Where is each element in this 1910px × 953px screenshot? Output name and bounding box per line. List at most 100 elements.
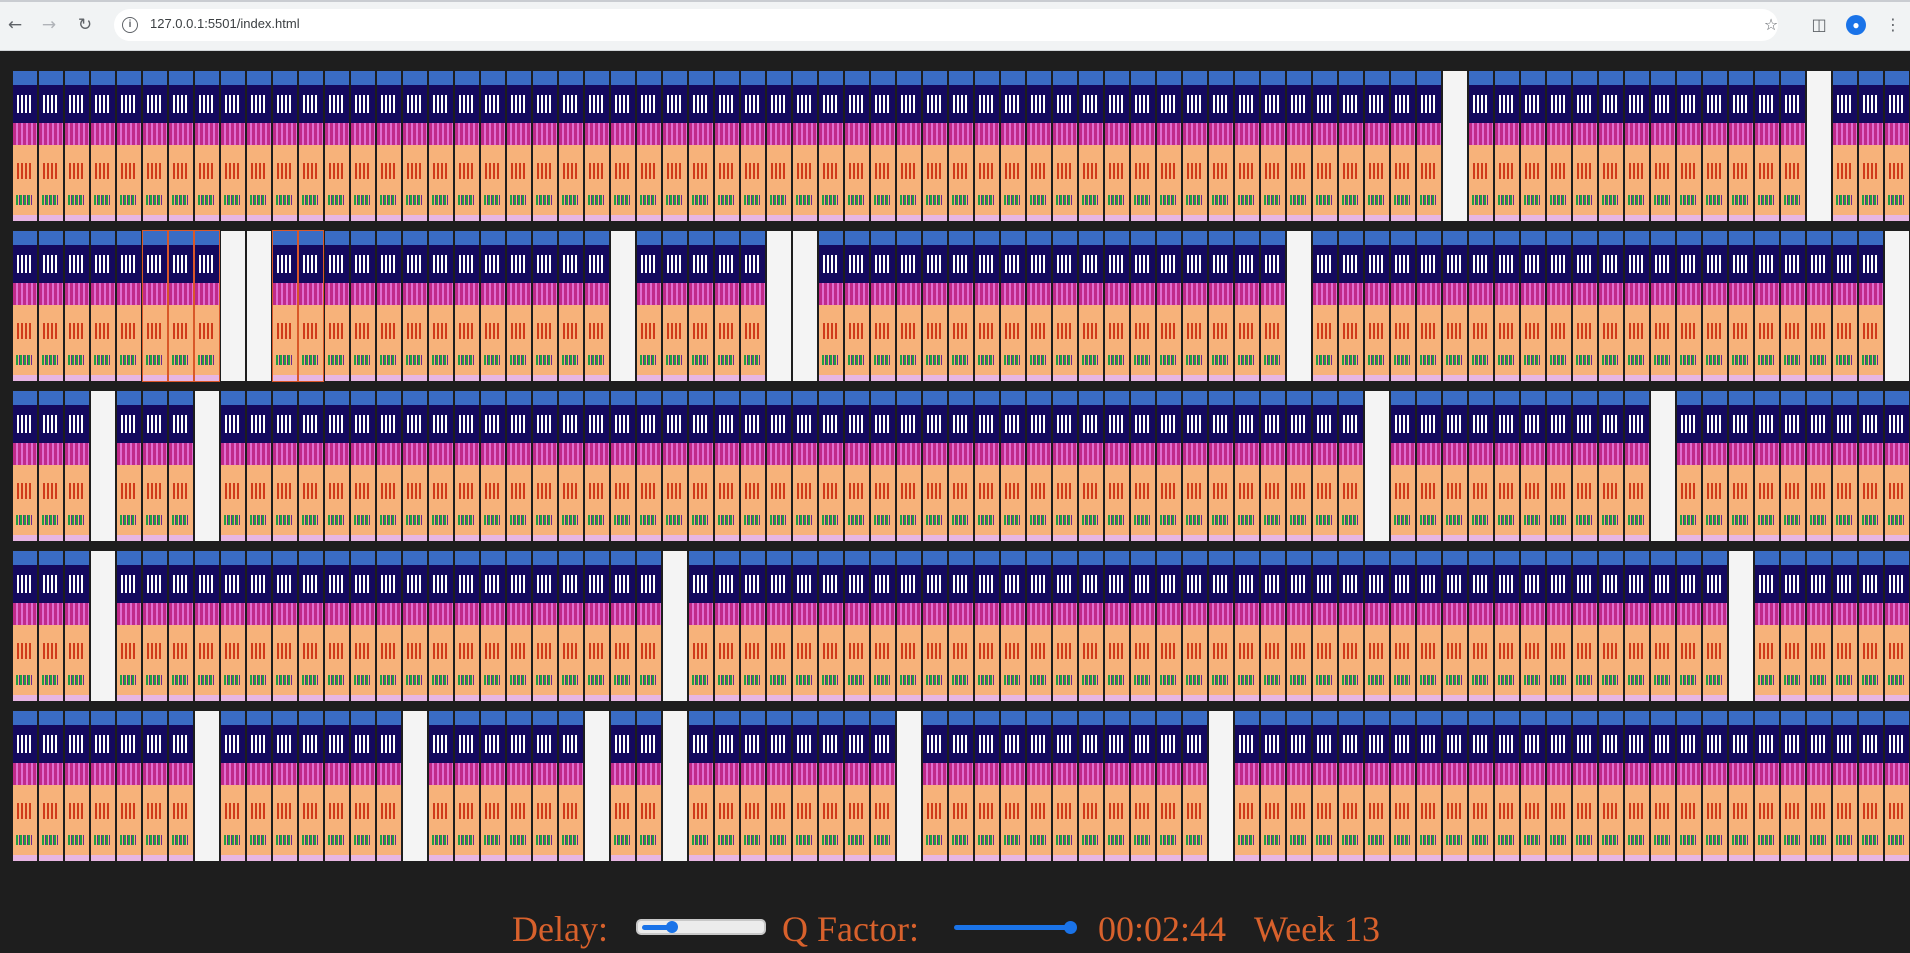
schedule-cell[interactable] (871, 711, 895, 861)
schedule-cell[interactable] (1079, 711, 1103, 861)
schedule-cell[interactable] (1209, 551, 1233, 701)
schedule-cell[interactable] (1365, 551, 1389, 701)
schedule-cell[interactable] (845, 71, 869, 221)
schedule-cell[interactable] (1339, 71, 1363, 221)
schedule-cell[interactable] (1339, 231, 1363, 381)
schedule-cell[interactable] (1027, 71, 1051, 221)
forward-arrow-icon[interactable]: → (36, 12, 62, 38)
schedule-cell[interactable] (1755, 391, 1779, 541)
schedule-cell[interactable] (1859, 711, 1883, 861)
schedule-cell[interactable] (1391, 71, 1415, 221)
address-bar[interactable]: i 127.0.0.1:5501/index.html (114, 9, 1778, 41)
schedule-cell[interactable] (1495, 551, 1519, 701)
schedule-cell[interactable] (1391, 391, 1415, 541)
schedule-cell[interactable] (325, 71, 349, 221)
schedule-cell[interactable] (611, 711, 635, 861)
schedule-cell[interactable] (1495, 711, 1519, 861)
schedule-cell[interactable] (689, 711, 713, 861)
schedule-cell[interactable] (117, 231, 141, 381)
schedule-cell[interactable] (1313, 71, 1337, 221)
schedule-cell[interactable] (221, 71, 245, 221)
schedule-cell[interactable] (767, 391, 791, 541)
schedule-cell[interactable] (1053, 711, 1077, 861)
selected-schedule-cell[interactable] (298, 230, 324, 382)
schedule-cell[interactable] (637, 711, 661, 861)
schedule-cell[interactable] (1781, 551, 1805, 701)
schedule-cell[interactable] (1131, 391, 1155, 541)
schedule-cell[interactable] (1703, 71, 1727, 221)
schedule-cell[interactable] (559, 711, 583, 861)
schedule-cell[interactable] (1261, 391, 1285, 541)
schedule-cell[interactable] (1651, 71, 1675, 221)
schedule-cell[interactable] (1417, 711, 1441, 861)
schedule-cell[interactable] (1339, 551, 1363, 701)
schedule-cell[interactable] (1443, 391, 1467, 541)
empty-slot[interactable] (91, 551, 115, 701)
schedule-cell[interactable] (923, 711, 947, 861)
schedule-cell[interactable] (533, 231, 557, 381)
schedule-cell[interactable] (793, 551, 817, 701)
schedule-cell[interactable] (39, 231, 63, 381)
schedule-cell[interactable] (1209, 71, 1233, 221)
schedule-cell[interactable] (1521, 231, 1545, 381)
schedule-cell[interactable] (1001, 231, 1025, 381)
schedule-cell[interactable] (1235, 551, 1259, 701)
schedule-cell[interactable] (611, 71, 635, 221)
schedule-cell[interactable] (377, 391, 401, 541)
schedule-cell[interactable] (741, 71, 765, 221)
schedule-cell[interactable] (1599, 231, 1623, 381)
schedule-cell[interactable] (559, 551, 583, 701)
schedule-cell[interactable] (1105, 231, 1129, 381)
schedule-cell[interactable] (481, 391, 505, 541)
side-panel-icon[interactable]: ◫ (1806, 12, 1832, 38)
schedule-cell[interactable] (637, 71, 661, 221)
schedule-cell[interactable] (1703, 551, 1727, 701)
schedule-cell[interactable] (13, 551, 37, 701)
empty-slot[interactable] (585, 711, 609, 861)
schedule-cell[interactable] (1703, 391, 1727, 541)
schedule-cell[interactable] (117, 711, 141, 861)
schedule-cell[interactable] (741, 711, 765, 861)
selected-schedule-cell[interactable] (168, 230, 194, 382)
url-text[interactable]: 127.0.0.1:5501/index.html (150, 16, 300, 31)
schedule-cell[interactable] (1443, 231, 1467, 381)
schedule-cell[interactable] (429, 391, 453, 541)
menu-dots-icon[interactable]: ⋮ (1880, 12, 1906, 38)
schedule-cell[interactable] (897, 231, 921, 381)
schedule-cell[interactable] (715, 391, 739, 541)
schedule-cell[interactable] (1703, 711, 1727, 861)
schedule-cell[interactable] (429, 231, 453, 381)
schedule-cell[interactable] (65, 391, 89, 541)
schedule-cell[interactable] (767, 71, 791, 221)
schedule-cell[interactable] (1157, 231, 1181, 381)
schedule-cell[interactable] (1573, 551, 1597, 701)
empty-slot[interactable] (91, 391, 115, 541)
schedule-cell[interactable] (91, 711, 115, 861)
schedule-cell[interactable] (403, 391, 427, 541)
schedule-cell[interactable] (507, 551, 531, 701)
schedule-cell[interactable] (65, 711, 89, 861)
schedule-cell[interactable] (1105, 711, 1129, 861)
schedule-cell[interactable] (1365, 71, 1389, 221)
schedule-cell[interactable] (975, 551, 999, 701)
schedule-cell[interactable] (1235, 711, 1259, 861)
schedule-cell[interactable] (403, 71, 427, 221)
schedule-cell[interactable] (1417, 391, 1441, 541)
schedule-cell[interactable] (715, 71, 739, 221)
profile-icon[interactable]: ● (1846, 15, 1866, 35)
schedule-cell[interactable] (1365, 231, 1389, 381)
schedule-cell[interactable] (507, 71, 531, 221)
schedule-cell[interactable] (1729, 391, 1753, 541)
schedule-cell[interactable] (117, 551, 141, 701)
schedule-cell[interactable] (403, 551, 427, 701)
schedule-cell[interactable] (1859, 231, 1883, 381)
schedule-cell[interactable] (221, 391, 245, 541)
schedule-cell[interactable] (1599, 551, 1623, 701)
schedule-cell[interactable] (1807, 551, 1831, 701)
schedule-cell[interactable] (1755, 71, 1779, 221)
schedule-cell[interactable] (897, 391, 921, 541)
schedule-cell[interactable] (1417, 231, 1441, 381)
schedule-cell[interactable] (1287, 711, 1311, 861)
schedule-cell[interactable] (325, 391, 349, 541)
schedule-cell[interactable] (1313, 231, 1337, 381)
